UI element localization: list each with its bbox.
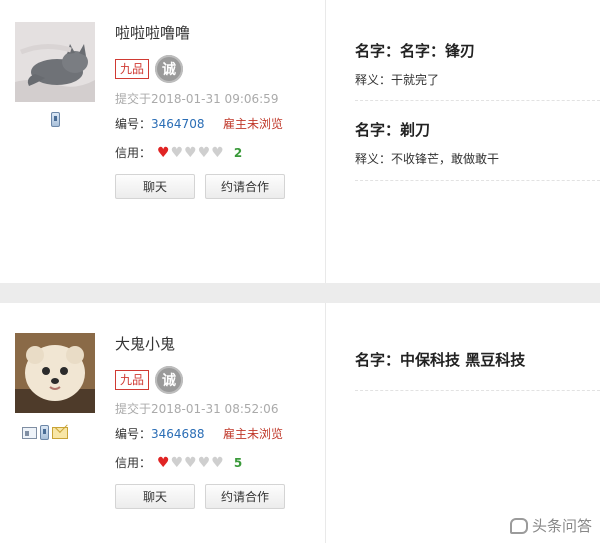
heart-icon: ♥	[211, 144, 224, 161]
chat-bubble-icon	[509, 517, 528, 534]
id-number[interactable]: 3464688	[151, 427, 204, 441]
contact-icons	[0, 112, 110, 127]
submit-time: 提交于2018-01-31 08:52:06	[115, 402, 279, 416]
credit-label: 信用：	[115, 146, 152, 160]
id-card-icon[interactable]	[22, 427, 37, 439]
username[interactable]: 啦啦啦噜噜	[115, 22, 190, 43]
name-meaning: 释义：干就完了	[355, 73, 440, 87]
heart-icon: ♥	[170, 144, 184, 161]
phone-icon[interactable]	[40, 425, 49, 440]
credit-hearts: ♥ ♥ ♥ ♥ ♥	[157, 456, 224, 470]
name-proposal: 名字：剃刀 释义：不收锋芒，敢做敢干	[355, 101, 600, 181]
badges: 九品 诚	[115, 366, 184, 394]
credit-value: 2	[233, 145, 243, 160]
submit-time: 提交于2018-01-31 09:06:59	[115, 92, 279, 106]
contact-icons	[22, 425, 68, 440]
avatar[interactable]	[15, 333, 95, 413]
name-title: 名字：剃刀	[355, 121, 431, 139]
heart-icon: ♥	[157, 454, 170, 471]
column-divider	[325, 303, 326, 543]
heart-icon: ♥	[184, 144, 197, 161]
submission-card: 啦啦啦噜噜 九品 诚 提交于2018-01-31 09:06:59 编号：346…	[0, 0, 600, 283]
heart-icon: ♥	[184, 454, 197, 471]
credit-label: 信用：	[115, 456, 152, 470]
id-label: 编号：	[115, 117, 152, 131]
name-meaning: 释义：不收锋芒，敢做敢干	[355, 152, 500, 166]
rank-badge: 九品	[115, 370, 150, 390]
id-label: 编号：	[115, 427, 152, 441]
invite-button[interactable]: 约请合作	[205, 174, 285, 199]
watermark: 头条问答	[509, 515, 592, 536]
honesty-badge-icon: 诚	[155, 366, 184, 394]
view-status: 雇主未浏览	[223, 427, 284, 441]
name-proposal: 名字：名字：锋刃 释义：干就完了	[355, 0, 600, 101]
name-proposals: 名字：名字：锋刃 释义：干就完了 名字：剃刀 释义：不收锋芒，敢做敢干	[355, 0, 600, 181]
heart-icon: ♥	[197, 144, 211, 161]
badges: 九品 诚	[115, 55, 184, 83]
mail-icon[interactable]	[52, 427, 68, 439]
watermark-text: 头条问答	[531, 517, 592, 535]
id-row: 编号：3464688 雇主未浏览	[115, 425, 315, 442]
credit-value: 5	[233, 455, 243, 470]
name-title: 名字：名字：锋刃	[355, 42, 476, 60]
id-row: 编号：3464708 雇主未浏览	[115, 115, 315, 132]
chat-button[interactable]: 聊天	[115, 484, 195, 509]
chat-button[interactable]: 聊天	[115, 174, 195, 199]
view-status: 雇主未浏览	[223, 117, 284, 131]
credit-hearts: ♥ ♥ ♥ ♥ ♥	[157, 146, 224, 160]
avatar[interactable]	[15, 22, 95, 102]
heart-icon: ♥	[211, 454, 224, 471]
card-separator	[0, 283, 600, 303]
column-divider	[325, 0, 326, 283]
honesty-badge-icon: 诚	[155, 55, 184, 83]
invite-button[interactable]: 约请合作	[205, 484, 285, 509]
id-number[interactable]: 3464708	[151, 117, 204, 131]
name-proposal: 名字：中保科技 黑豆科技	[355, 303, 600, 391]
phone-icon[interactable]	[50, 112, 60, 127]
dog-photo	[15, 333, 95, 413]
username[interactable]: 大鬼小鬼	[115, 333, 175, 354]
rank-badge: 九品	[115, 59, 150, 79]
heart-icon: ♥	[157, 144, 170, 161]
cat-photo	[15, 22, 95, 102]
heart-icon: ♥	[197, 454, 211, 471]
credit-row: 信用： ♥ ♥ ♥ ♥ ♥ 2	[115, 144, 242, 161]
name-title: 名字：中保科技 黑豆科技	[355, 351, 526, 369]
credit-row: 信用： ♥ ♥ ♥ ♥ ♥ 5	[115, 454, 242, 471]
heart-icon: ♥	[170, 454, 184, 471]
submission-card: 大鬼小鬼 九品 诚 提交于2018-01-31 08:52:06 编号：3464…	[0, 303, 600, 543]
name-proposals: 名字：中保科技 黑豆科技	[355, 303, 600, 391]
